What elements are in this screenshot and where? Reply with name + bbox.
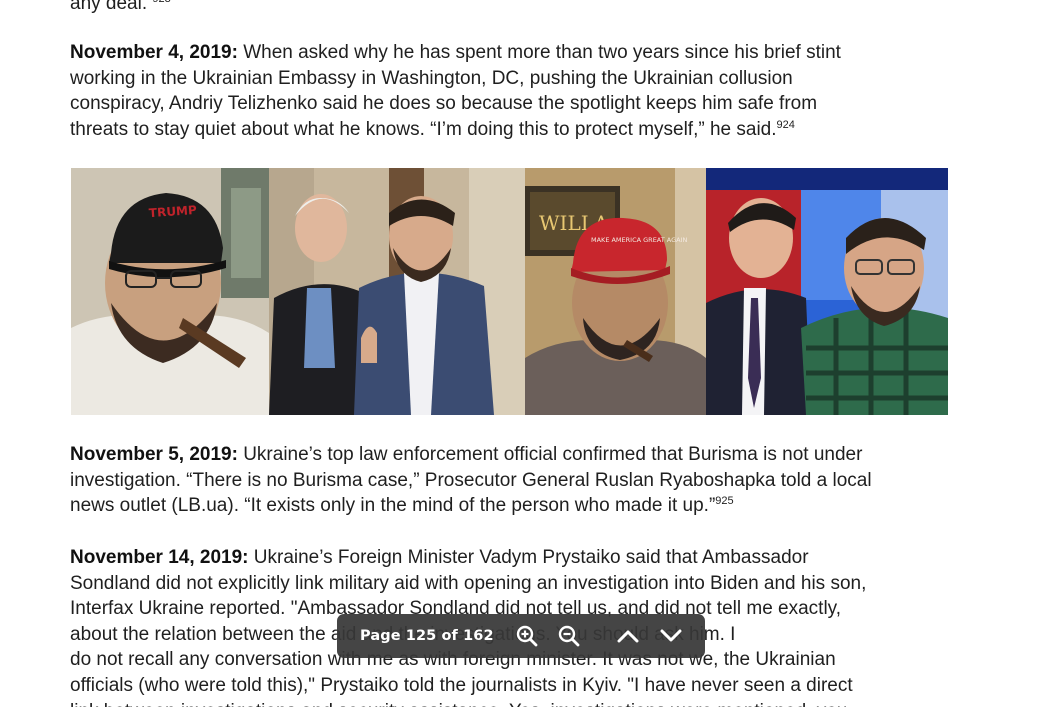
- entry-line: Ukraine’s top law enforcement official c…: [237, 444, 863, 465]
- fragment-text: any deal.: [70, 0, 148, 14]
- cap-text: MAKE AMERICA GREAT AGAIN: [591, 236, 688, 244]
- entry-line: Sondland did not explicitly link militar…: [70, 572, 867, 594]
- zoom-out-button[interactable]: [555, 622, 583, 650]
- page-indicator: Page 125 of 162: [360, 628, 494, 644]
- photo-2-illustration: [269, 168, 525, 415]
- chevron-up-icon: [617, 630, 639, 643]
- footnote-ref: 925: [715, 495, 734, 508]
- previous-page-button[interactable]: [614, 622, 642, 650]
- zoom-in-icon: [516, 625, 538, 647]
- previous-paragraph-fragment: any deal. 923: [70, 0, 955, 17]
- footnote-ref: 923: [152, 0, 170, 5]
- entry-date: November 4, 2019:: [70, 42, 238, 63]
- entry-date: November 14, 2019:: [70, 547, 249, 568]
- pdf-viewer-toolbar: Page 125 of 162: [337, 614, 705, 658]
- footnote-ref: 924: [776, 118, 795, 131]
- entry-line: investigation. “There is no Burisma case…: [70, 469, 872, 491]
- entry-line: conspiracy, Andriy Telizhenko said he do…: [70, 93, 818, 115]
- entry-line: working in the Ukrainian Embassy in Wash…: [70, 67, 793, 89]
- photo-1-illustration: TRUMP: [71, 168, 269, 415]
- entry-line: When asked why he has spent more than tw…: [237, 42, 841, 63]
- entry-nov-5-2019: November 5, 2019: Ukraine’s top law enfo…: [70, 442, 955, 519]
- entry-date: November 5, 2019:: [70, 444, 238, 465]
- entry-nov-4-2019: November 4, 2019: When asked why he has …: [70, 40, 955, 142]
- pdf-page: any deal. 923 November 4, 2019: When ask…: [0, 0, 1051, 707]
- photo-collage: TRUMP WILLA MAKE AMERICA GREAT AGAIN: [71, 168, 948, 415]
- entry-line: officials (who were told this)," Prystai…: [70, 674, 853, 696]
- entry-line: threats to stay quiet about what he know…: [70, 118, 777, 140]
- next-page-button[interactable]: [657, 622, 685, 650]
- photo-3-illustration: WILLA MAKE AMERICA GREAT AGAIN: [525, 168, 706, 415]
- photo-two-men: [269, 168, 525, 415]
- photo-4-illustration: [706, 168, 948, 415]
- photo-man-red-cap: WILLA MAKE AMERICA GREAT AGAIN: [525, 168, 706, 415]
- zoom-out-icon: [558, 625, 580, 647]
- entry-line: link between investigations and security…: [70, 699, 955, 707]
- photo-two-men-tv-studio: [706, 168, 948, 415]
- photo-man-trump-cap: TRUMP: [71, 168, 269, 415]
- entry-line: news outlet (LB.ua). “It exists only in …: [70, 495, 716, 517]
- zoom-in-button[interactable]: [513, 622, 541, 650]
- entry-line: Ukraine’s Foreign Minister Vadym Prystai…: [248, 547, 809, 568]
- chevron-down-icon: [660, 629, 682, 642]
